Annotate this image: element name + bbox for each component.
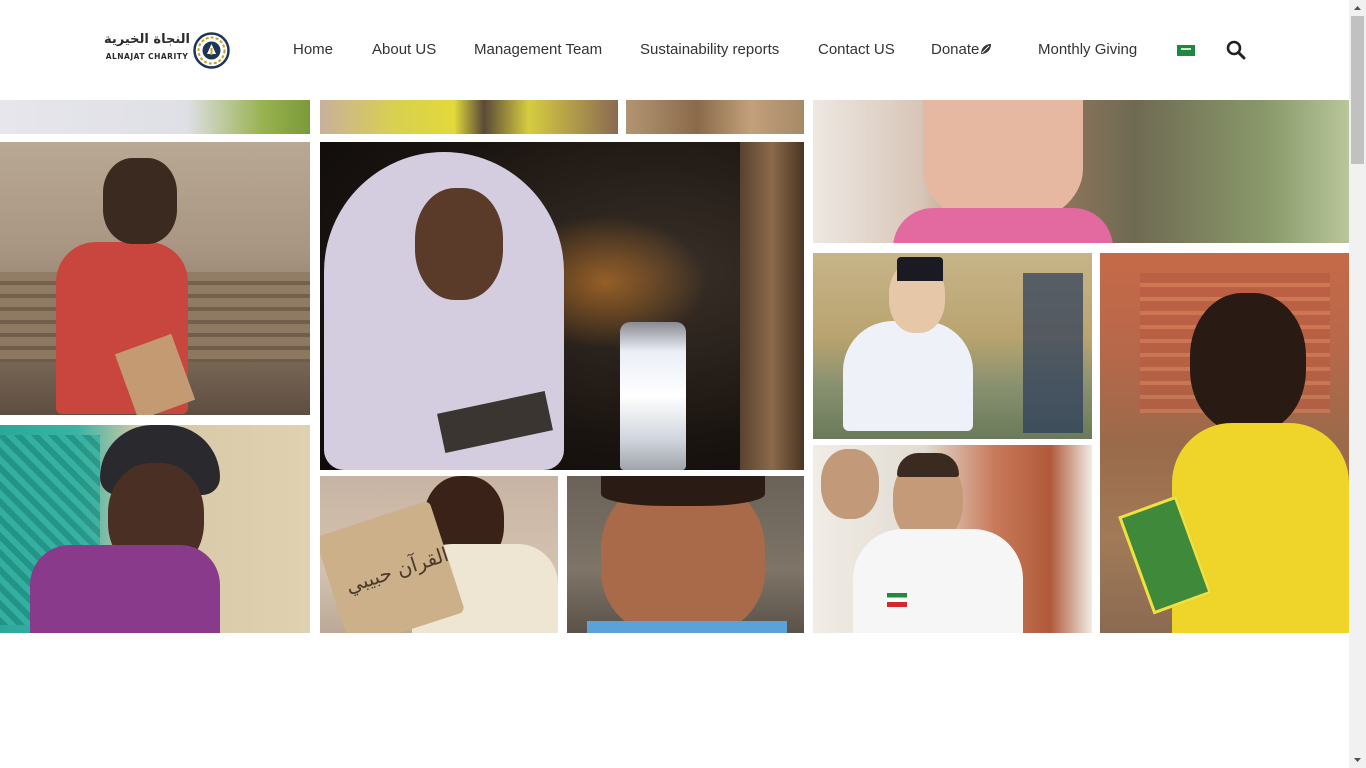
photo-boy-reading-book <box>813 253 1092 439</box>
photo-sliver-top-right <box>626 100 804 134</box>
nav-donate-label: Donate <box>931 41 980 58</box>
nav-donate[interactable]: Donate <box>931 40 992 60</box>
page-scrollbar[interactable] <box>1349 0 1366 768</box>
nav-management-team[interactable]: Management Team <box>474 40 602 60</box>
saudi-flag-icon[interactable] <box>1177 45 1195 56</box>
photo-man-woodworking <box>0 142 310 415</box>
photo-little-girl-smiling <box>813 100 1349 243</box>
nav-sustainability-reports[interactable]: Sustainability reports <box>640 40 779 60</box>
flag-emblem <box>1181 48 1191 50</box>
search-icon[interactable] <box>1226 40 1246 60</box>
main-navigation: Home About US Management Team Sustainabi… <box>0 0 1349 100</box>
photo-boy-wooden-tablet: القرآن حبيبي <box>320 476 558 633</box>
photo-girl-hijab-lantern <box>320 142 804 470</box>
photo-boy-portrait <box>567 476 804 633</box>
nav-contact-us[interactable]: Contact US <box>818 40 895 60</box>
photo-girl-headscarf <box>0 425 310 633</box>
photo-sliver-top-middle <box>320 100 618 134</box>
site-header: النجاة الخيرية ALNAJAT CHARITY Home Abou… <box>0 0 1349 100</box>
leaf-icon <box>981 44 992 54</box>
photo-boy-white-shirt <box>813 445 1092 633</box>
scroll-up-arrow-icon[interactable] <box>1349 0 1366 16</box>
nav-home[interactable]: Home <box>293 40 333 60</box>
nav-about-us[interactable]: About US <box>372 40 436 60</box>
photo-sliver-top-left <box>0 100 310 134</box>
scroll-thumb[interactable] <box>1351 16 1364 164</box>
nav-monthly-giving[interactable]: Monthly Giving <box>1038 40 1137 60</box>
photo-collage: القرآن حبيبي <box>0 100 1349 700</box>
scroll-down-arrow-icon[interactable] <box>1349 752 1366 768</box>
photo-boy-yellow-shirt <box>1100 253 1349 633</box>
